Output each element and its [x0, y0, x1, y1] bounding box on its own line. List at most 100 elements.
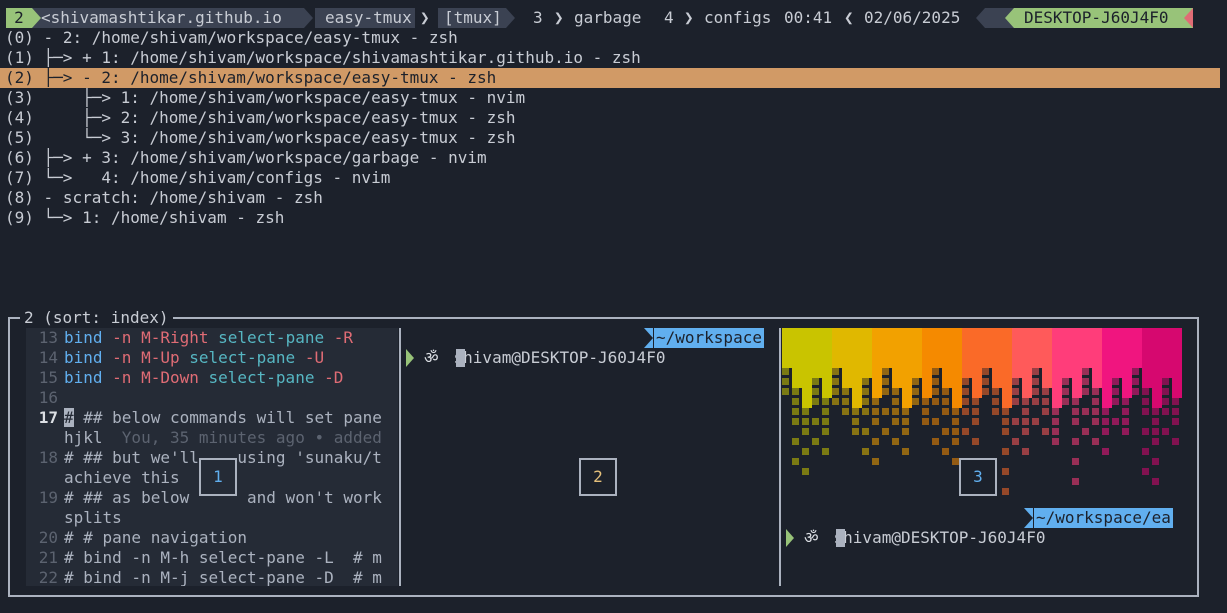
ascii-art-pixel: [792, 328, 802, 338]
ascii-art-pixel: [862, 388, 869, 395]
ascii-art-pixel: [862, 368, 872, 378]
ascii-art-pixel: [1152, 328, 1162, 338]
ascii-art-pixel: [1042, 378, 1052, 388]
ascii-art-pixel: [1082, 368, 1089, 375]
ascii-art-pixel: [962, 348, 972, 358]
ascii-art-pixel: [812, 328, 822, 338]
ascii-art-pixel: [1062, 378, 1069, 385]
ascii-art-pixel: [1092, 378, 1102, 388]
ascii-art-pixel: [792, 418, 799, 425]
ascii-art-pixel: [1052, 418, 1059, 425]
ascii-art-pixel: [952, 458, 959, 465]
ascii-art-pixel: [942, 398, 949, 405]
prompt-arrow-icon: [786, 529, 794, 547]
ascii-art-pixel: [1122, 368, 1132, 378]
ascii-art-pixel: [782, 368, 789, 375]
session-name[interactable]: <shivamashtikar.github.io: [41, 8, 304, 28]
ascii-art-pixel: [1102, 448, 1109, 455]
editor-line: 20 # # pane navigation: [26, 528, 247, 548]
ascii-art-pixel: [1042, 358, 1052, 368]
tree-row[interactable]: (3) ├─> 1: /home/shivam/workspace/easy-t…: [5, 88, 525, 108]
window-3-name[interactable]: garbage: [574, 8, 641, 28]
ascii-art-pixel: [942, 378, 952, 388]
ascii-art-pixel: [1002, 448, 1009, 455]
prompt-user: shivam@DESKTOP-J60J4F0: [833, 528, 1046, 547]
ascii-art-pixel: [1132, 338, 1142, 348]
ascii-art-pixel: [912, 358, 922, 368]
ascii-art-pixel: [972, 328, 982, 338]
pane-editor[interactable]: 13 bind -n M-Right select-pane -R 14 bind -…: [26, 328, 398, 586]
ascii-art-pixel: [902, 408, 909, 415]
window-4-name[interactable]: configs: [704, 8, 771, 28]
pane-number-3[interactable]: 3: [959, 458, 997, 496]
ascii-art-pixel: [822, 418, 829, 425]
pane-terminal-2[interactable]: shivam@DESKTOP-J60J4F0 ~/workspace ॐ: [402, 328, 778, 586]
ascii-art-pixel: [992, 408, 999, 415]
ascii-art-pixel: [892, 348, 902, 358]
tree-row[interactable]: (6) ├─> + 3: /home/shivam/workspace/garb…: [5, 148, 487, 168]
ascii-art-pixel: [1042, 428, 1049, 435]
tree-row[interactable]: (5) └─> 3: /home/shivam/workspace/easy-t…: [5, 128, 516, 148]
window-4-index[interactable]: 4: [664, 8, 674, 28]
ascii-art-pixel: [1082, 338, 1092, 348]
ascii-art-pixel: [922, 328, 932, 338]
ascii-art-pixel: [902, 328, 912, 338]
ascii-art-pixel: [1142, 398, 1149, 405]
ascii-art-pixel: [812, 438, 819, 445]
ascii-art-pixel: [1002, 428, 1009, 435]
tree-row[interactable]: (4) ├─> 2: /home/shivam/workspace/easy-t…: [5, 108, 516, 128]
ascii-art-pixel: [812, 368, 822, 378]
ascii-art-pixel: [1152, 378, 1162, 388]
tree-row[interactable]: (9) └─> 1: /home/shivam - zsh: [5, 208, 284, 228]
line-number: 19: [38, 488, 58, 507]
ascii-art-pixel: [1162, 398, 1169, 405]
tree-row[interactable]: (1) ├─> + 1: /home/shivam/workspace/shiv…: [5, 48, 641, 68]
code-token: bind: [64, 368, 103, 387]
pane-number-1[interactable]: 1: [199, 458, 237, 496]
line-number: 15: [38, 368, 58, 387]
session-index[interactable]: 2: [6, 8, 32, 28]
ascii-art-pixel: [1022, 398, 1029, 405]
tree-row-index: (7): [5, 168, 34, 187]
ascii-art-pixel: [882, 428, 889, 435]
ascii-art-pixel: [842, 398, 849, 405]
ascii-art-pixel: [1092, 348, 1102, 358]
pane-divider: [779, 328, 781, 586]
pane-terminal-3[interactable]: shivam@DESKTOP-J60J4F0 ~/workspace/ea ॐ: [782, 328, 1186, 586]
ascii-art-pixel: [982, 348, 992, 358]
ascii-art-pixel: [1172, 388, 1182, 398]
tree-row[interactable]: (2) ├─> - 2: /home/shivam/workspace/easy…: [0, 68, 1220, 88]
tree-row[interactable]: (7) └─> 4: /home/shivam/configs - nvim: [5, 168, 390, 188]
window-easy-tmux[interactable]: easy-tmux: [315, 8, 415, 28]
ascii-art-pixel: [1172, 358, 1182, 368]
ascii-art-pixel: [1052, 408, 1059, 415]
ascii-art-pixel: [1052, 328, 1062, 338]
ascii-art-pixel: [1032, 398, 1039, 405]
ascii-art-pixel: [1002, 388, 1012, 398]
ascii-art-pixel: [892, 398, 899, 405]
powerline-arrow-left-icon: [976, 8, 985, 28]
ascii-art-pixel: [952, 348, 962, 358]
ascii-art-pixel: [972, 348, 982, 358]
pane-number-2[interactable]: 2: [579, 458, 617, 496]
window-3-index[interactable]: 3: [533, 8, 543, 28]
ascii-art-pixel: [1152, 338, 1162, 348]
ascii-art-pixel: [1162, 348, 1172, 358]
ascii-art-pixel: [1122, 338, 1132, 348]
ascii-art-pixel: [1142, 388, 1149, 395]
ascii-art-pixel: [782, 358, 792, 368]
ascii-art-pixel: [782, 388, 789, 395]
ascii-art-pixel: [982, 368, 989, 375]
ascii-art-pixel: [862, 348, 872, 358]
tree-row[interactable]: (0) - 2: /home/shivam/workspace/easy-tmu…: [5, 28, 458, 48]
ascii-art-pixel: [942, 328, 952, 338]
code-token: select-pane: [179, 348, 296, 367]
ascii-art-pixel: [992, 348, 1002, 358]
tree-row-index: (2): [5, 68, 34, 87]
ascii-art-pixel: [1002, 338, 1012, 348]
ascii-art-pixel: [822, 338, 832, 348]
tree-row[interactable]: (8) - scratch: /home/shivam - zsh: [5, 188, 323, 208]
ascii-art-pixel: [1042, 408, 1049, 415]
ascii-art-pixel: [822, 398, 829, 405]
ascii-art-pixel: [1122, 358, 1132, 368]
